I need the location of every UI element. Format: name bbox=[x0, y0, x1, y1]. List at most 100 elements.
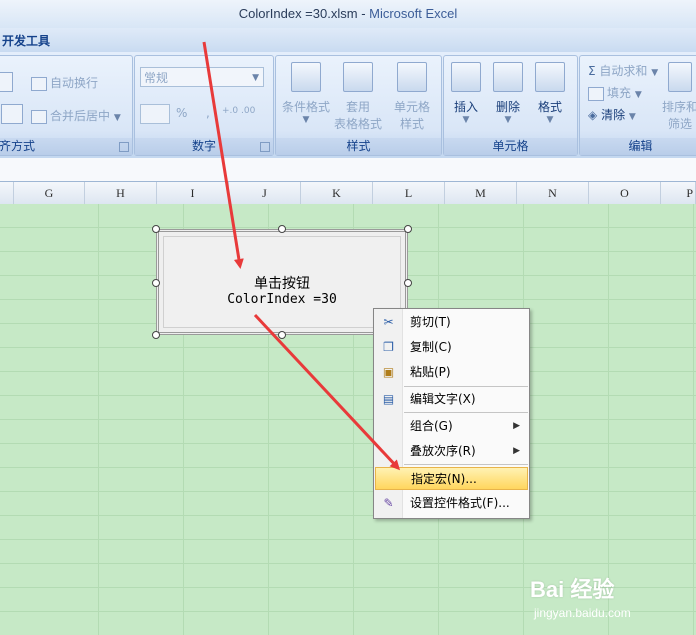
styles-group-label: 样式 bbox=[276, 138, 441, 155]
cells-group-label: 单元格 bbox=[444, 138, 577, 155]
menu-item-group[interactable]: 组合(G) ▶ bbox=[375, 415, 528, 438]
column-header[interactable]: O bbox=[589, 182, 661, 204]
fill-down-icon bbox=[588, 86, 604, 101]
menu-item-copy[interactable]: ❐ 复制(C) bbox=[375, 336, 528, 359]
title-bar: ColorIndex =30.xlsm - Microsoft Excel bbox=[0, 0, 696, 28]
alignment-dialog-launcher[interactable] bbox=[119, 142, 129, 152]
table-format-label-1: 套用 bbox=[345, 100, 370, 114]
chevron-down-icon: ▼ bbox=[634, 90, 642, 100]
column-header[interactable]: G bbox=[14, 182, 85, 204]
menu-item-label: 粘贴(P) bbox=[410, 365, 451, 379]
chevron-down-icon: ▼ bbox=[252, 73, 259, 83]
app-name: Microsoft Excel bbox=[369, 6, 458, 21]
autosum-button[interactable]: Σ 自动求和 ▼ bbox=[588, 62, 658, 79]
format-as-table-button[interactable]: 套用 表格格式 bbox=[328, 62, 388, 132]
formula-bar-area bbox=[0, 158, 696, 182]
number-format-value: 常规 bbox=[144, 71, 169, 85]
watermark-brand: Bai 经验 bbox=[530, 577, 615, 602]
menu-item-label: 编辑文字(X) bbox=[410, 392, 476, 406]
column-header[interactable]: I bbox=[157, 182, 229, 204]
accounting-format-button[interactable] bbox=[140, 104, 170, 124]
chevron-down-icon: ▼ bbox=[628, 112, 636, 122]
column-header[interactable]: L bbox=[373, 182, 445, 204]
chevron-down-icon: ▼ bbox=[651, 68, 659, 78]
sort-filter-button[interactable]: 排序和 筛选 bbox=[660, 62, 696, 132]
resize-handle[interactable] bbox=[152, 331, 160, 339]
cell-styles-label-1: 单元格 bbox=[393, 100, 430, 114]
scissors-icon: ✂ bbox=[383, 315, 394, 329]
menu-item-format-control[interactable]: ✎ 设置控件格式(F)... bbox=[375, 492, 528, 515]
column-header[interactable]: N bbox=[517, 182, 589, 204]
watermark-url: jingyan.baidu.com bbox=[534, 606, 631, 620]
form-button-face: 单击按钮 ColorIndex =30 bbox=[163, 236, 401, 328]
conditional-format-button[interactable]: 条件格式 ▼ bbox=[276, 62, 336, 125]
context-menu: ✂ 剪切(T) ❐ 复制(C) ▣ 粘贴(P) ▤ 编辑文字(X) 组合(G) … bbox=[373, 308, 530, 519]
form-control-button[interactable]: 单击按钮 ColorIndex =30 bbox=[156, 229, 408, 335]
menu-item-label: 叠放次序(R) bbox=[410, 444, 476, 458]
paste-icon: ▣ bbox=[382, 365, 395, 379]
menu-item-cut[interactable]: ✂ 剪切(T) bbox=[375, 311, 528, 334]
resize-handle[interactable] bbox=[278, 331, 286, 339]
menu-item-label: 指定宏(N)... bbox=[411, 472, 477, 486]
editing-group: Σ 自动求和 ▼ 填充 ▼ ◈ 清除 ▼ 排序和 筛选 编辑 bbox=[579, 55, 696, 156]
sigma-icon: Σ bbox=[588, 64, 596, 78]
insert-cells-icon bbox=[451, 62, 481, 92]
indent-button[interactable] bbox=[1, 104, 23, 124]
column-header[interactable]: J bbox=[229, 182, 301, 204]
delete-cells-icon bbox=[493, 62, 523, 92]
column-header[interactable]: H bbox=[85, 182, 157, 204]
number-format-select[interactable]: 常规 ▼ bbox=[140, 67, 264, 87]
styles-group: 条件格式 ▼ 套用 表格格式 单元格 样式 样式 bbox=[275, 55, 442, 156]
increase-decimal-button[interactable]: +.0 .00 bbox=[222, 106, 255, 116]
watermark: Bai 经验 jingyan.baidu.com bbox=[530, 572, 690, 632]
menu-separator bbox=[404, 464, 528, 465]
number-dialog-launcher[interactable] bbox=[260, 142, 270, 152]
resize-handle[interactable] bbox=[152, 225, 160, 233]
eraser-icon: ◈ bbox=[588, 108, 598, 122]
clear-button[interactable]: ◈ 清除 ▼ bbox=[588, 106, 636, 123]
column-header[interactable]: K bbox=[301, 182, 373, 204]
resize-handle[interactable] bbox=[404, 279, 412, 287]
chevron-down-icon: ▼ bbox=[302, 115, 310, 125]
menu-item-paste[interactable]: ▣ 粘贴(P) bbox=[375, 361, 528, 384]
percent-button[interactable]: % bbox=[176, 106, 187, 120]
cells-group: 插入 ▼ 删除 ▼ 格式 ▼ 单元格 bbox=[443, 55, 578, 156]
fill-label: 填充 bbox=[607, 86, 632, 100]
cell-styles-button[interactable]: 单元格 样式 bbox=[382, 62, 442, 132]
menu-item-edit-text[interactable]: ▤ 编辑文字(X) bbox=[375, 388, 528, 411]
submenu-arrow-icon: ▶ bbox=[513, 421, 520, 431]
resize-handle[interactable] bbox=[278, 225, 286, 233]
clear-label: 清除 bbox=[601, 108, 626, 122]
merge-center-button[interactable]: 合并后居中 ▼ bbox=[31, 107, 121, 124]
cell-styles-label-2: 样式 bbox=[399, 117, 424, 131]
ribbon: 自动换行 合并后居中 ▼ 齐方式 数字 常规 ▼ % , +.0 .00 条件格… bbox=[0, 52, 696, 159]
table-format-icon bbox=[343, 62, 373, 92]
tab-developer[interactable]: 开发工具 bbox=[2, 32, 50, 49]
menu-item-label: 复制(C) bbox=[410, 340, 452, 354]
wrap-text-button[interactable]: 自动换行 bbox=[31, 74, 98, 91]
column-header[interactable]: M bbox=[445, 182, 517, 204]
chevron-down-icon: ▼ bbox=[546, 115, 554, 125]
window-filename: ColorIndex =30.xlsm bbox=[238, 6, 358, 21]
comma-button[interactable]: , bbox=[206, 106, 210, 120]
sort-filter-label-2: 筛选 bbox=[667, 117, 692, 131]
wrap-text-icon bbox=[31, 76, 47, 91]
format-control-icon: ✎ bbox=[383, 496, 394, 510]
menu-item-assign-macro[interactable]: 指定宏(N)... bbox=[375, 467, 528, 490]
sort-filter-label-1: 排序和 bbox=[661, 100, 696, 114]
resize-handle[interactable] bbox=[404, 225, 412, 233]
resize-handle[interactable] bbox=[152, 279, 160, 287]
menu-separator bbox=[404, 386, 528, 387]
column-header[interactable]: P bbox=[661, 182, 696, 204]
merge-center-label: 合并后居中 bbox=[50, 109, 111, 123]
menu-item-label: 设置控件格式(F)... bbox=[410, 496, 510, 510]
menu-item-order[interactable]: 叠放次序(R) ▶ bbox=[375, 440, 528, 463]
column-header[interactable] bbox=[0, 182, 14, 204]
chevron-down-icon: ▼ bbox=[113, 113, 121, 123]
column-header-row: G H I J K L M N O P bbox=[0, 181, 696, 205]
fill-button[interactable]: 填充 ▼ bbox=[588, 84, 642, 101]
align-dropdown-button[interactable] bbox=[0, 72, 13, 92]
format-button[interactable]: 格式 ▼ bbox=[520, 62, 580, 125]
alignment-group: 自动换行 合并后居中 ▼ 齐方式 bbox=[0, 55, 133, 156]
title-separator: - bbox=[357, 6, 370, 21]
